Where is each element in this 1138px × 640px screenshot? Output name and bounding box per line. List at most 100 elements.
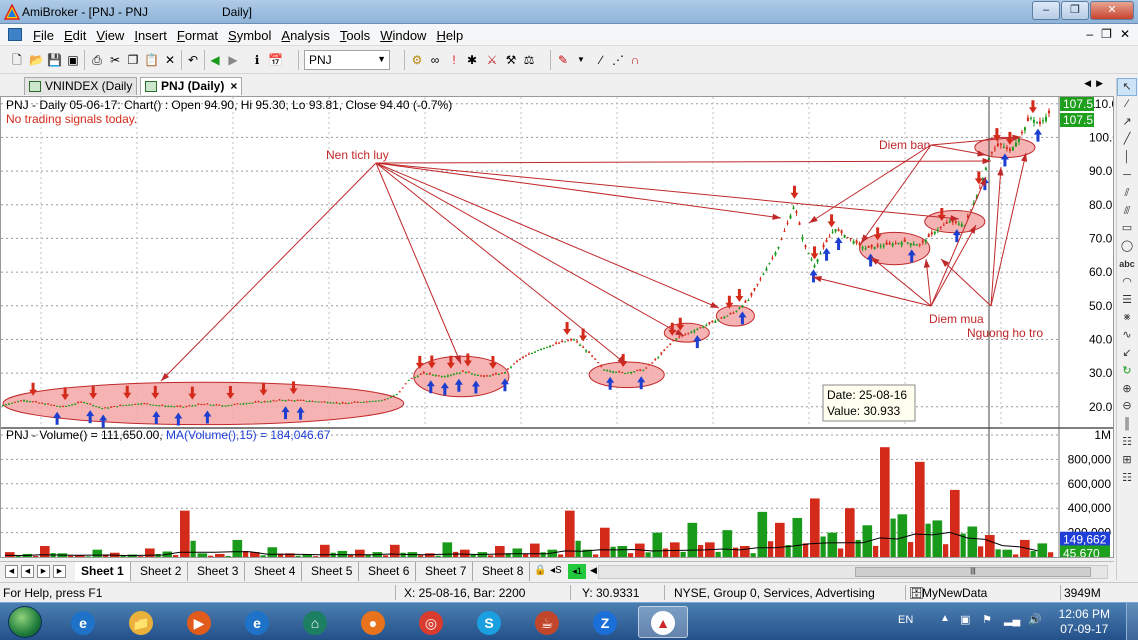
sheet-first-icon[interactable]: ◀	[5, 565, 18, 578]
menu-analysis[interactable]: Analysis	[276, 27, 334, 44]
refresh-icon[interactable]: ↻	[1117, 363, 1137, 381]
symbol-select[interactable]: PNJ ▼	[304, 50, 390, 70]
taskbar-app-amibroker-home[interactable]: ⌂	[290, 606, 340, 638]
arc-icon[interactable]: ◠	[1117, 274, 1137, 292]
zoom-out-icon[interactable]: ⊖	[1117, 398, 1137, 416]
magnet-icon[interactable]: ∩	[628, 53, 642, 67]
columns-icon[interactable]: ║	[1117, 416, 1137, 434]
menu-window[interactable]: Window	[375, 27, 431, 44]
calendar-icon[interactable]: 📅	[268, 53, 283, 67]
sheet-next-icon[interactable]: ▶	[37, 565, 50, 578]
channel-icon[interactable]: ⫻	[1117, 203, 1137, 221]
taskbar-app-java[interactable]: ☕	[522, 606, 572, 638]
sheet-left-icon[interactable]: ◀	[590, 565, 597, 576]
start-button[interactable]	[8, 606, 42, 638]
chart-tool-icon[interactable]: ⚖	[522, 53, 536, 67]
save-all-icon[interactable]: ▣	[66, 53, 80, 67]
sheet-tab-5[interactable]: Sheet 5	[305, 562, 360, 581]
grid-icon[interactable]: ☷	[1117, 434, 1137, 452]
pencil-icon[interactable]: ∕	[594, 53, 608, 67]
taskbar-app-skype[interactable]: S	[464, 606, 514, 638]
language-indicator[interactable]: EN	[898, 614, 913, 626]
mdi-restore-button[interactable]: ❐	[1101, 27, 1112, 41]
price-volume-chart[interactable]: 20.030.040.050.060.070.080.090.0100.0110…	[1, 97, 1113, 557]
scroll-thumb[interactable]: |||	[855, 567, 1091, 577]
taskbar-app-chrome[interactable]: ◎	[406, 606, 456, 638]
sheet-scroll-icon[interactable]: ◂S	[550, 565, 562, 576]
sheet-tab-2[interactable]: Sheet 2	[134, 562, 189, 581]
formula-icon[interactable]: ⚔	[485, 53, 499, 67]
horizontal-line-icon[interactable]: ─	[1117, 167, 1137, 185]
scan-icon[interactable]: ⚙	[410, 53, 424, 67]
taskbar-app-firefox[interactable]: ●	[348, 606, 398, 638]
back-icon[interactable]: ◀	[208, 53, 222, 67]
open-folder-icon[interactable]: 📂	[29, 53, 44, 67]
menu-edit[interactable]: Edit	[59, 27, 91, 44]
tray-expand-icon[interactable]: ▲	[940, 613, 950, 624]
taskbar-app-amibroker[interactable]: ▲	[638, 606, 688, 638]
arrow-tool-icon[interactable]: ↙	[1117, 345, 1137, 363]
new-file-icon[interactable]: 🗋	[10, 53, 24, 67]
alert-icon[interactable]: !	[447, 53, 461, 67]
delete-icon[interactable]: ✕	[163, 53, 177, 67]
pointer-icon[interactable]: ↖	[1117, 78, 1137, 96]
layout-icon[interactable]: ⊞	[1117, 452, 1137, 470]
cut-icon[interactable]: ✂	[108, 53, 122, 67]
sheet-prev-icon[interactable]: ◀	[21, 565, 34, 578]
volume-icon[interactable]: 🔊	[1028, 613, 1042, 626]
explore-icon[interactable]: ∞	[428, 53, 442, 67]
taskbar-app-file-explorer[interactable]: 📁	[116, 606, 166, 638]
network-icon[interactable]: ▂▄	[1004, 613, 1020, 626]
minimize-button[interactable]: –	[1032, 1, 1060, 20]
extended-line-icon[interactable]: ╱	[1117, 131, 1137, 149]
ray-icon[interactable]: ↗	[1117, 114, 1137, 132]
indicator-icon[interactable]: ✱	[465, 53, 479, 67]
sheet-tab-4[interactable]: Sheet 4	[248, 562, 303, 581]
info-icon[interactable]: ℹ	[250, 53, 264, 67]
document-menu-icon[interactable]	[8, 28, 22, 41]
taskbar-app-internet-explorer[interactable]: e	[232, 606, 282, 638]
gann-icon[interactable]: ⨳	[1117, 309, 1137, 327]
trendline-icon[interactable]: ∕	[1117, 96, 1137, 114]
taskbar-app-zalo[interactable]: Z	[580, 606, 630, 638]
print-icon[interactable]: ⎙	[90, 53, 104, 67]
sheet-last-icon[interactable]: ▶	[53, 565, 66, 578]
clock[interactable]: 12:06 PM 07-09-17	[1059, 607, 1110, 637]
color-dropdown-icon[interactable]: ▼	[574, 53, 588, 67]
save-icon[interactable]: 💾	[47, 53, 62, 67]
color-picker-icon[interactable]: ✎	[556, 53, 570, 67]
vertical-line-icon[interactable]: │	[1117, 149, 1137, 167]
text-tool-icon[interactable]: abc	[1117, 256, 1137, 274]
copy-icon[interactable]: ❐	[126, 53, 140, 67]
menu-view[interactable]: View	[91, 27, 129, 44]
sheet-tab-1[interactable]: Sheet 1	[75, 562, 131, 581]
chart-pane[interactable]: 20.030.040.050.060.070.080.090.0100.0110…	[0, 96, 1114, 558]
sheet-tab-3[interactable]: Sheet 3	[191, 562, 246, 581]
sheet-tab-7[interactable]: Sheet 7	[419, 562, 474, 581]
zoom-in-icon[interactable]: ⊕	[1117, 381, 1137, 399]
menu-symbol[interactable]: Symbol	[223, 27, 276, 44]
parallel-lines-icon[interactable]: ⫽	[1117, 185, 1137, 203]
rectangle-icon[interactable]: ▭	[1117, 220, 1137, 238]
action-center-icon[interactable]: ⚑	[982, 613, 992, 626]
dotted-line-icon[interactable]: ⋰	[611, 53, 625, 67]
mdi-minimize-button[interactable]: –	[1086, 27, 1093, 41]
mdi-close-button[interactable]: ✕	[1120, 27, 1130, 41]
restore-button[interactable]: ❐	[1061, 1, 1089, 20]
sheet-tab-6[interactable]: Sheet 6	[362, 562, 417, 581]
tab-vnindex[interactable]: VNINDEX (Daily	[24, 77, 138, 95]
taskbar-app-media-player[interactable]: ▶	[174, 606, 224, 638]
lock-icon[interactable]: 🔒	[534, 565, 546, 576]
forward-icon[interactable]: ▶	[226, 53, 240, 67]
tab-scroll-arrows[interactable]: ◀▶	[1084, 78, 1108, 89]
horizontal-scrollbar[interactable]: |||	[598, 565, 1108, 579]
menu-help[interactable]: Help	[431, 27, 468, 44]
show-desktop-button[interactable]	[1126, 603, 1138, 640]
sheet-add-icon[interactable]: ◂1	[568, 564, 586, 579]
ellipse-icon[interactable]: ◯	[1117, 238, 1137, 256]
taskbar-app-internet-explorer[interactable]: e	[58, 606, 108, 638]
paste-icon[interactable]: 📋	[144, 53, 159, 67]
cycle-icon[interactable]: ∿	[1117, 327, 1137, 345]
tool-icon[interactable]: ⚒	[504, 53, 518, 67]
menu-file[interactable]: File	[28, 27, 59, 44]
